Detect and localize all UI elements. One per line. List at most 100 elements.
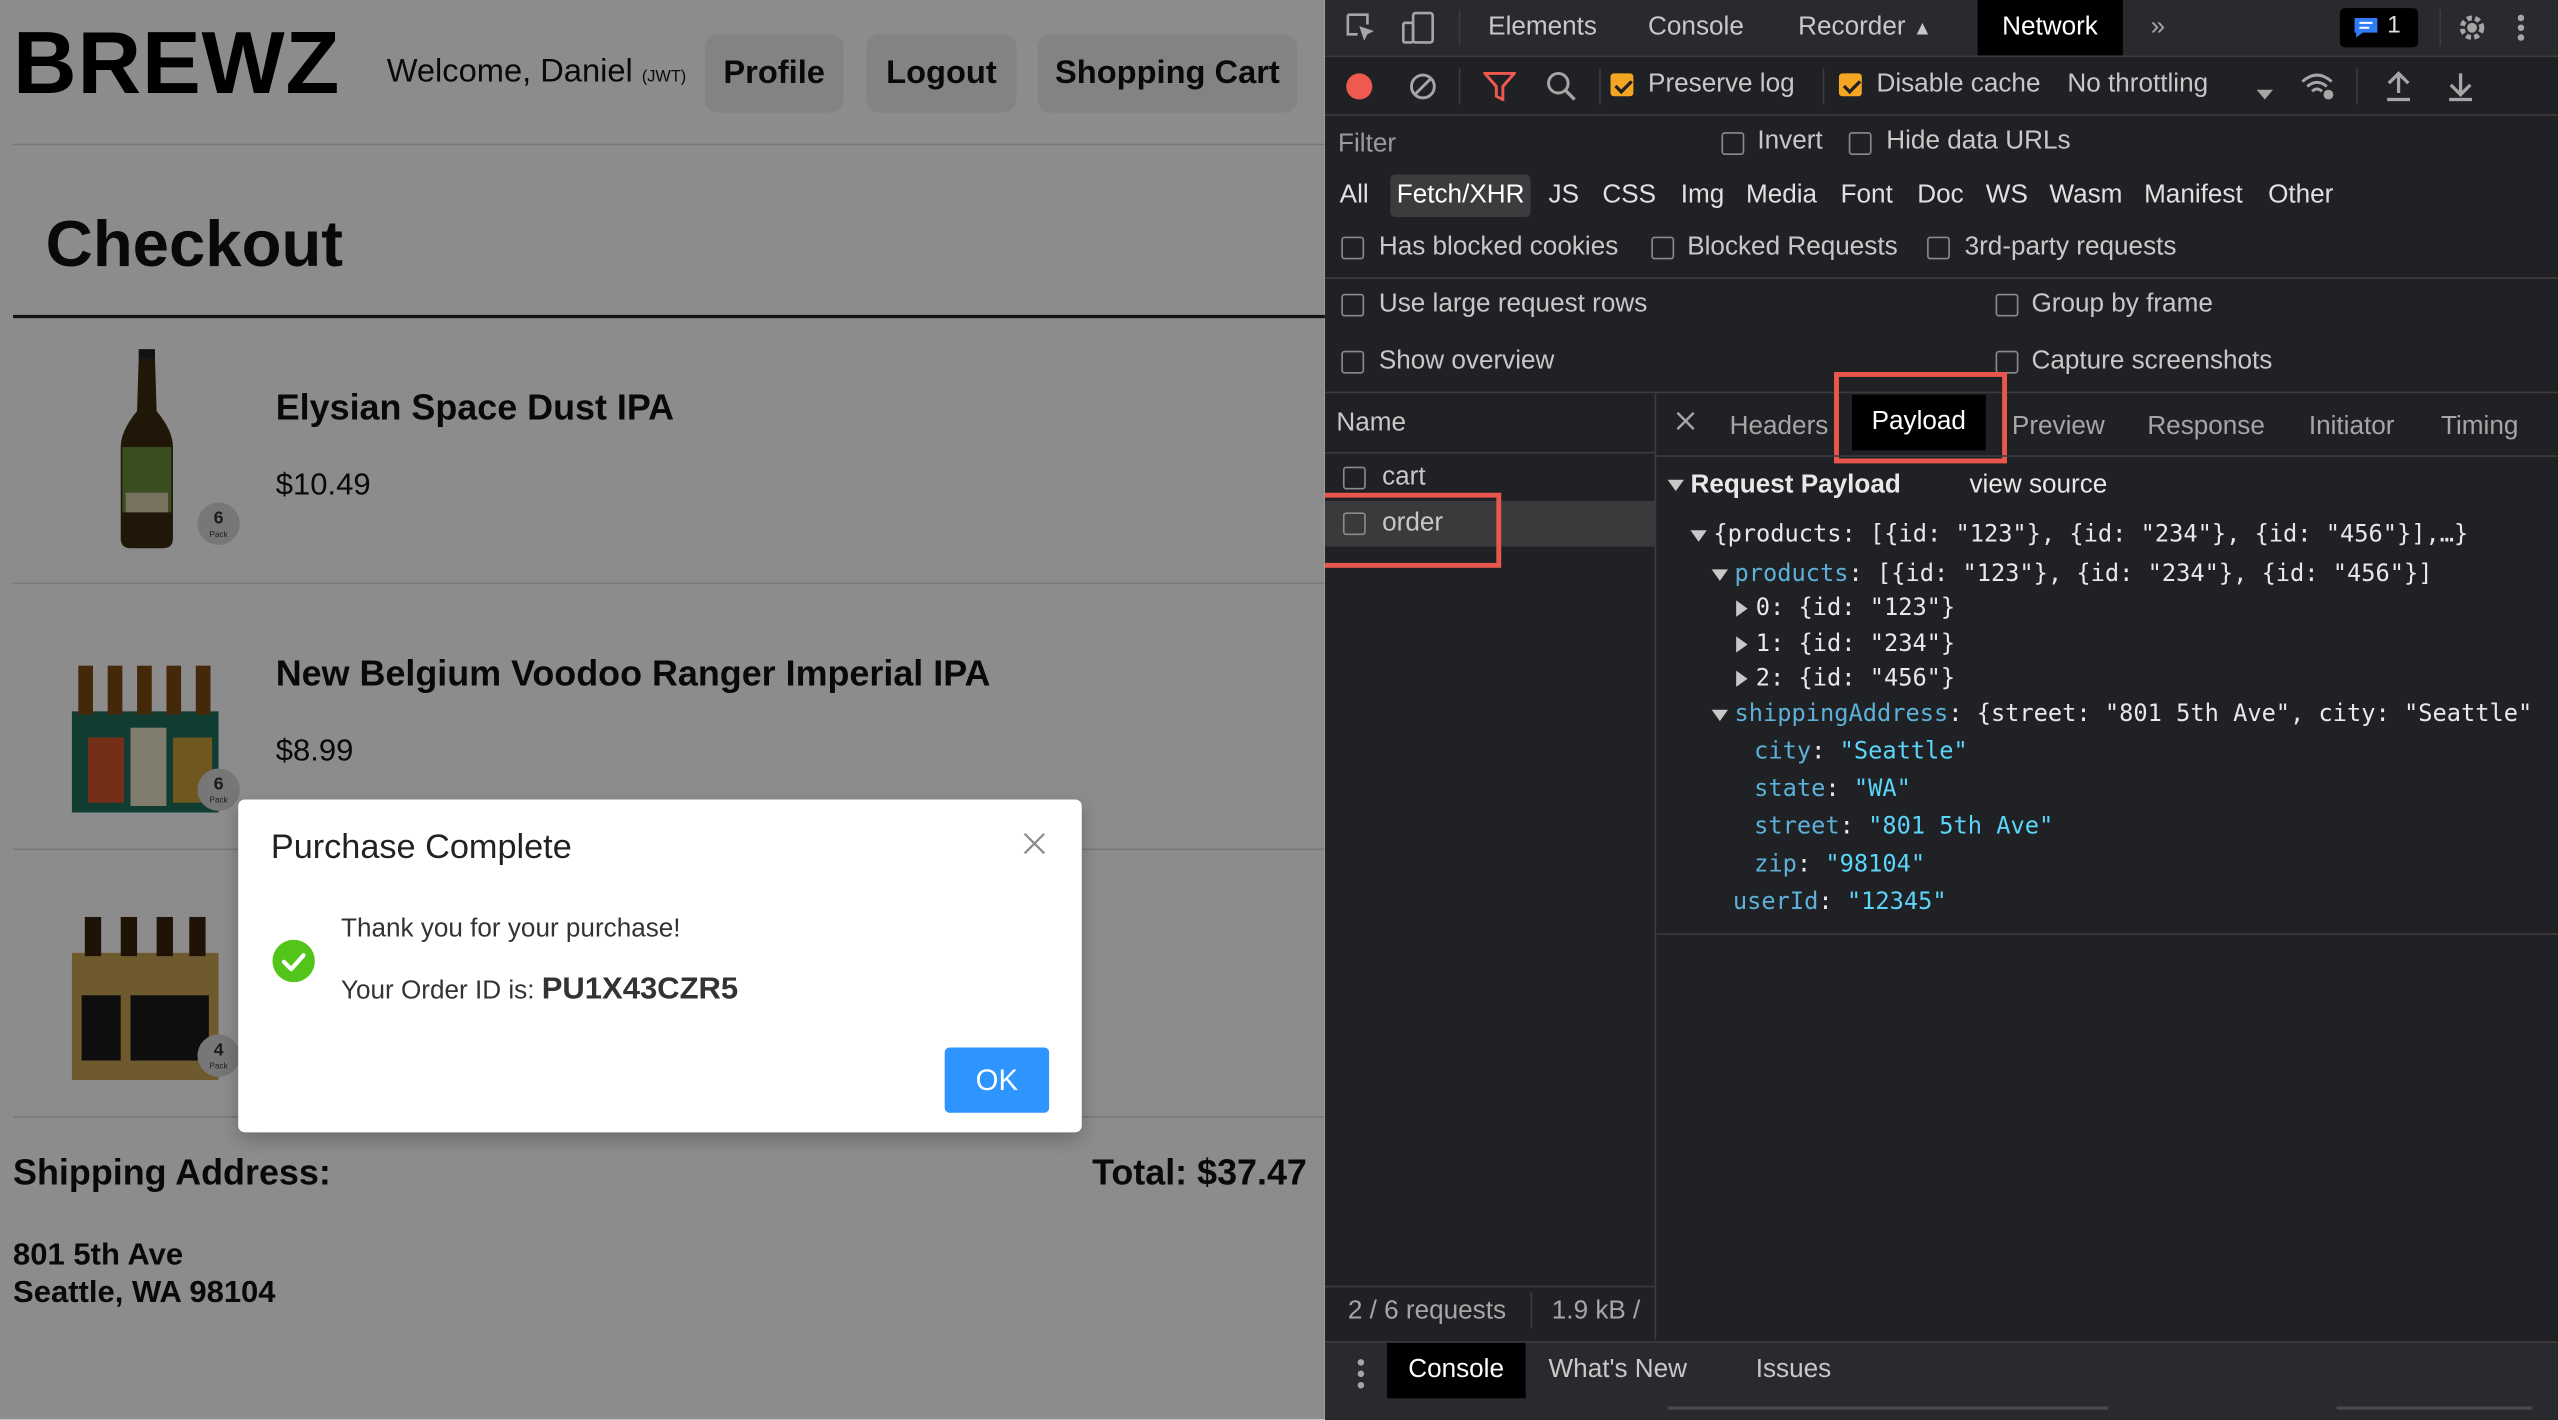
tab-elements[interactable]: Elements — [1475, 0, 1610, 55]
type-filter-font[interactable]: Font — [1834, 175, 1899, 217]
close-panel-icon[interactable] — [1676, 410, 1696, 439]
type-filter-other[interactable]: Other — [2262, 175, 2340, 217]
payload-value: {id: "123"} — [1798, 595, 1956, 622]
flask-icon: ▲ — [1912, 16, 1933, 40]
hide-data-urls-checkbox[interactable] — [1848, 132, 1872, 156]
tab-console[interactable]: Console — [1635, 0, 1757, 55]
modal-message: Thank you for your purchase! — [341, 915, 681, 944]
payload-products[interactable]: products: [{id: "123"}, {id: "234"}, {id… — [1711, 561, 2432, 587]
group-by-frame-checkbox[interactable] — [1995, 293, 2019, 317]
type-filter-manifest[interactable]: Manifest — [2138, 175, 2250, 217]
throttling-select[interactable]: No throttling — [2067, 70, 2208, 99]
drawer-tab-issues[interactable]: Issues — [1743, 1343, 1845, 1398]
payload-shipping-address[interactable]: shippingAddress: {street: "801 5th Ave",… — [1711, 701, 2533, 728]
show-overview-checkbox[interactable] — [1341, 350, 1365, 374]
payload-item[interactable]: 0: {id: "123"} — [1736, 596, 1955, 622]
type-filter-wasm[interactable]: Wasm — [2043, 175, 2129, 217]
import-har-icon[interactable] — [2386, 70, 2412, 111]
type-filter-ws[interactable]: WS — [1979, 175, 2034, 217]
capture-screenshots-checkbox[interactable] — [1995, 350, 2019, 374]
payload-field[interactable]: zip: "98104" — [1754, 852, 1925, 878]
payload-value: "12345" — [1846, 889, 1947, 916]
detail-tab-timing[interactable]: Timing — [2441, 408, 2518, 460]
pane-divider[interactable] — [1654, 393, 1657, 1340]
toolbar-separator — [1599, 68, 1601, 105]
messages-badge[interactable]: 1 — [2339, 8, 2419, 48]
capture-screenshots-label: Capture screenshots — [2031, 347, 2273, 376]
payload-user-id[interactable]: userId: "12345" — [1733, 889, 1947, 915]
blocked-requests-checkbox[interactable] — [1651, 236, 1675, 260]
view-source-link[interactable]: view source — [1969, 472, 2107, 501]
invert-checkbox[interactable] — [1721, 132, 1745, 156]
modal-backdrop[interactable] — [0, 0, 1325, 1420]
export-har-icon[interactable] — [2448, 70, 2474, 111]
network-conditions-icon[interactable] — [2299, 70, 2338, 111]
ok-button[interactable]: OK — [944, 1047, 1050, 1113]
collapse-triangle-icon — [1711, 568, 1729, 581]
tab-recorder[interactable]: Recorder ▲ — [1785, 0, 1945, 55]
collapse-triangle-icon — [1711, 708, 1729, 721]
device-toolbar-icon[interactable] — [1400, 10, 1436, 54]
drawer-tab-whats-new[interactable]: What's New — [1535, 1343, 1700, 1398]
filter-input[interactable]: Filter — [1338, 131, 1396, 160]
drawer-menu-icon[interactable] — [1356, 1357, 1366, 1398]
more-options-icon[interactable] — [2516, 10, 2526, 54]
name-column-header[interactable]: Name — [1336, 410, 1406, 439]
record-stop-icon[interactable] — [1345, 72, 1374, 110]
preserve-log-checkbox[interactable] — [1610, 73, 1634, 97]
more-tabs-button[interactable]: » — [2138, 0, 2179, 55]
type-filter-doc[interactable]: Doc — [1911, 175, 1970, 217]
payload-key: userId — [1732, 889, 1819, 916]
divider — [1325, 1285, 1655, 1288]
payload-field[interactable]: street: "801 5th Ave" — [1754, 814, 2053, 840]
detail-tab-response[interactable]: Response — [2147, 408, 2265, 460]
divider — [1656, 933, 2558, 935]
payload-item[interactable]: 1: {id: "234"} — [1736, 631, 1955, 658]
order-id-line: Your Order ID is: PU1X43CZR5 — [341, 972, 738, 1008]
order-id-value: PU1X43CZR5 — [541, 972, 739, 1007]
close-icon[interactable] — [1023, 832, 1046, 855]
settings-gear-icon[interactable] — [2454, 10, 2490, 54]
status-transferred-size: 1.9 kB / — [1551, 1297, 1641, 1325]
check-circle-icon — [272, 939, 315, 983]
payload-value: {street: "801 5th Ave", city: "Seattle" — [1976, 701, 2533, 728]
detail-tab-initiator[interactable]: Initiator — [2309, 408, 2395, 460]
detail-tab-headers[interactable]: Headers — [1730, 408, 1829, 460]
detail-tab-preview[interactable]: Preview — [2012, 408, 2105, 460]
third-party-checkbox[interactable] — [1927, 236, 1950, 260]
request-type-icon — [1342, 466, 1366, 490]
expand-triangle-icon — [1736, 670, 1748, 687]
type-filter-css[interactable]: CSS — [1596, 175, 1663, 217]
toolbar-separator — [1458, 9, 1461, 46]
collapse-triangle-icon — [1667, 480, 1684, 492]
type-filter-js[interactable]: JS — [1542, 175, 1586, 217]
drawer-tab-console[interactable]: Console — [1387, 1342, 1526, 1399]
payload-key: street — [1754, 814, 1840, 841]
search-icon[interactable] — [1545, 70, 1578, 111]
inspect-element-icon[interactable] — [1345, 11, 1378, 52]
payload-item[interactable]: 2: {id: "456"} — [1736, 666, 1955, 692]
disable-cache-checkbox[interactable] — [1838, 73, 1862, 97]
chevron-down-icon[interactable] — [2255, 80, 2275, 109]
type-filter-media[interactable]: Media — [1739, 175, 1823, 217]
payload-field[interactable]: city: "Seattle" — [1754, 739, 1968, 765]
payload-root[interactable]: {products: [{id: "123"}, {id: "234"}, {i… — [1690, 522, 2468, 548]
payload-field[interactable]: state: "WA" — [1754, 777, 1911, 803]
group-by-frame-label: Group by frame — [2031, 290, 2213, 319]
payload-value: "Seattle" — [1839, 739, 1968, 766]
payload-key: zip — [1754, 851, 1797, 878]
has-blocked-cookies-checkbox[interactable] — [1341, 236, 1365, 260]
type-filter-fetch-xhr[interactable]: Fetch/XHR — [1390, 174, 1531, 218]
type-filter-all[interactable]: All — [1333, 175, 1375, 217]
toolbar-separator — [1530, 1292, 1533, 1329]
large-rows-checkbox[interactable] — [1341, 293, 1365, 317]
request-payload-header[interactable]: Request Payload — [1667, 472, 1901, 501]
tab-network[interactable]: Network — [1977, 0, 2123, 56]
clear-icon[interactable] — [1408, 72, 1437, 110]
type-filter-img[interactable]: Img — [1674, 175, 1731, 217]
highlight-payload-tab — [1834, 372, 2008, 464]
filter-icon[interactable] — [1481, 71, 1518, 110]
divider — [1325, 451, 1655, 454]
payload-key: 0 — [1755, 595, 1770, 622]
devtools-panel: Elements Console Recorder ▲ Network » 1 — [1325, 0, 2558, 1420]
